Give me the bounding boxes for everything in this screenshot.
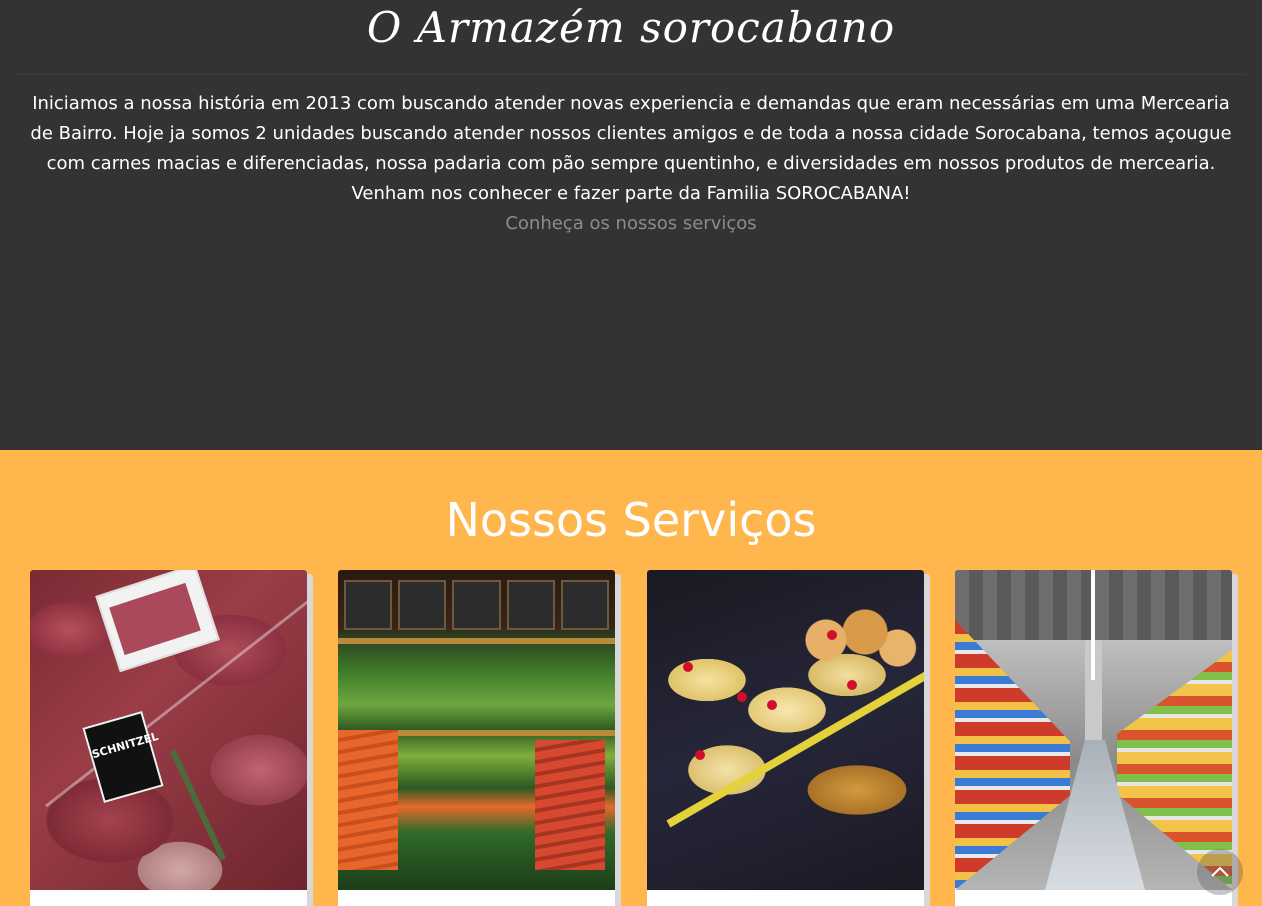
store-title: O Armazém sorocabano <box>366 3 896 52</box>
service-card-bakery[interactable] <box>647 570 924 906</box>
about-paragraph: Iniciamos a nossa história em 2013 com b… <box>30 93 1232 204</box>
produce-sign <box>506 580 555 630</box>
chevron-up-icon <box>1211 866 1229 877</box>
about-section: O Armazém sorocabano Iniciamos a nossa h… <box>0 0 1262 450</box>
carrots <box>338 730 398 870</box>
butcher-image: SCHNITZEL <box>30 570 307 890</box>
services-title: Nossos Serviços <box>445 493 817 547</box>
services-section: Nossos Serviços SCHNITZEL <box>0 450 1262 906</box>
produce-signs <box>338 580 615 630</box>
produce-sign <box>398 580 447 630</box>
bakery-tray-edge <box>666 660 924 828</box>
radishes <box>535 740 605 870</box>
services-link[interactable]: Conheça os nossos serviços <box>505 210 756 238</box>
produce-image <box>338 570 615 890</box>
cherry <box>737 692 747 702</box>
left-shelves <box>955 620 1070 890</box>
produce-sign <box>452 580 501 630</box>
produce-shelf <box>338 638 615 644</box>
cherry <box>827 630 837 640</box>
service-card-grocery[interactable] <box>955 570 1232 906</box>
cherry <box>695 750 705 760</box>
grocery-aisle-image <box>955 570 1232 890</box>
cherry <box>847 680 857 690</box>
cherry <box>767 700 777 710</box>
ceiling-light <box>1091 570 1095 680</box>
back-to-top-button[interactable] <box>1197 849 1243 895</box>
rosemary-sprig <box>169 749 227 861</box>
produce-sign <box>344 580 393 630</box>
produce-sign <box>560 580 610 630</box>
bread-rolls <box>787 600 917 680</box>
service-card-butcher[interactable]: SCHNITZEL <box>30 570 307 906</box>
cherry <box>683 662 693 672</box>
bakery-image <box>647 570 924 890</box>
price-label-text: SCHNITZEL <box>90 729 160 762</box>
title-divider <box>16 74 1246 75</box>
service-card-produce[interactable] <box>338 570 615 906</box>
